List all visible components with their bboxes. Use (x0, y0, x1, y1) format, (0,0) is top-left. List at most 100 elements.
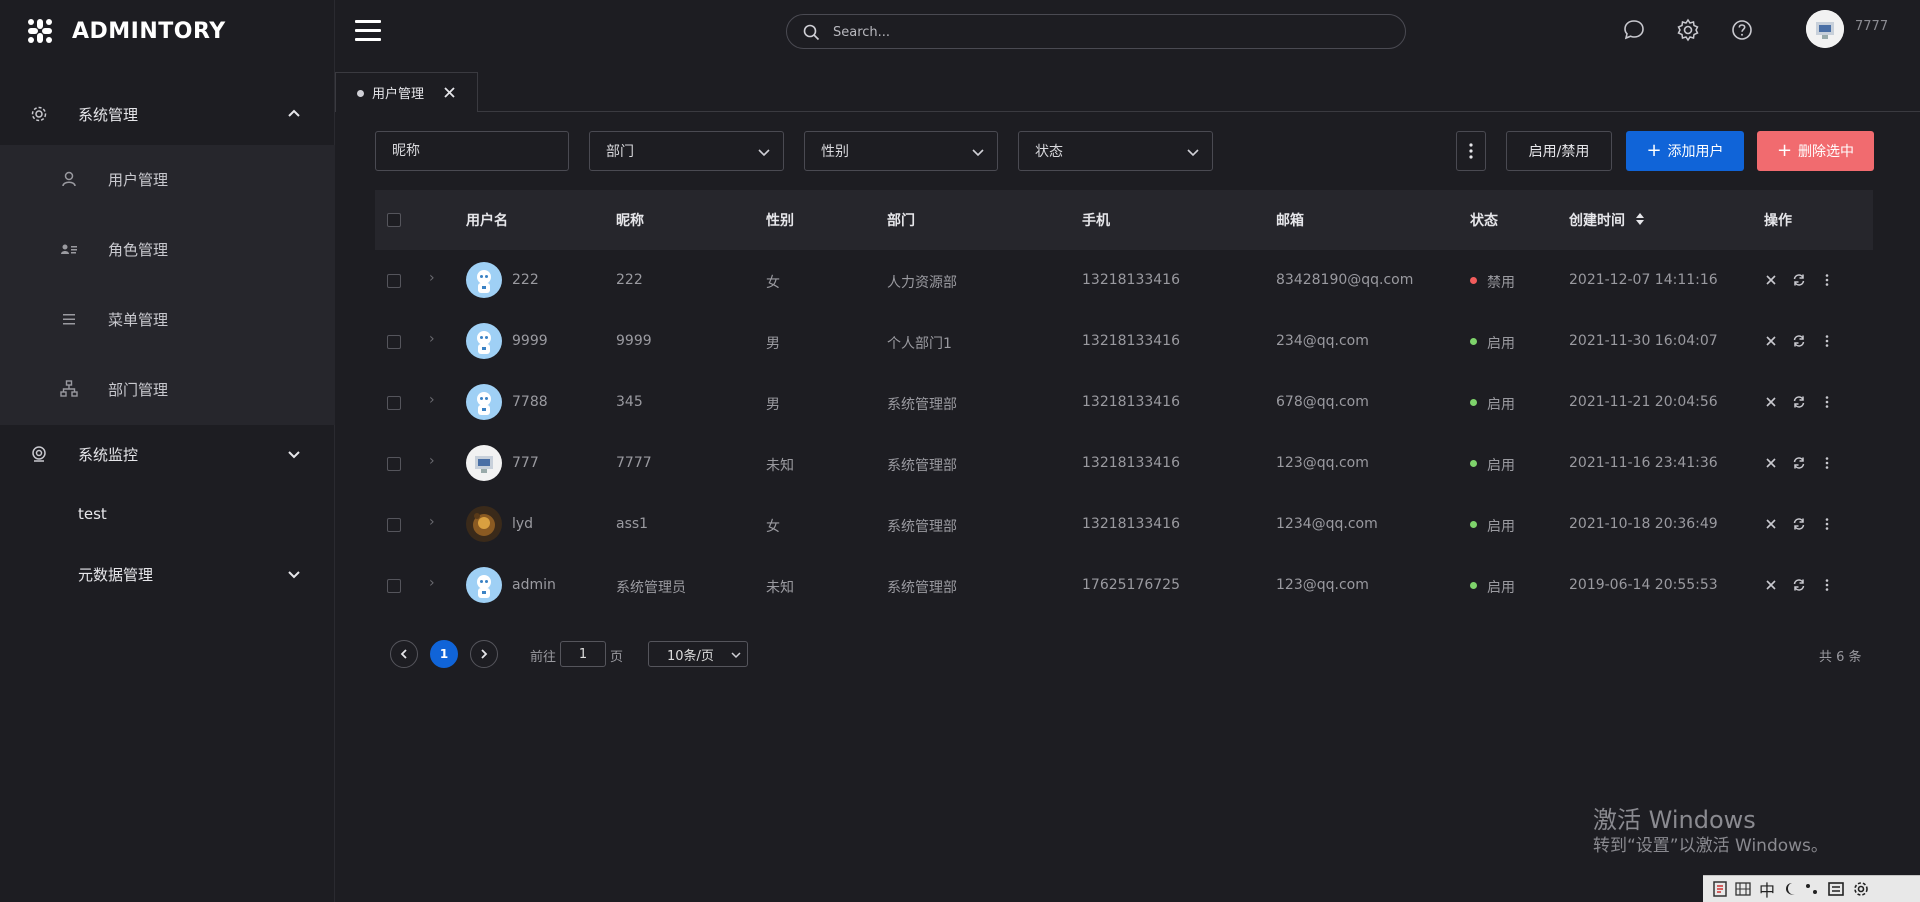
more-options-button[interactable] (1456, 131, 1486, 171)
delete-icon[interactable] (1764, 456, 1778, 470)
table-row[interactable]: › 7788 345 男 系统管理部 13218133416 678@qq.com 启用 202… (375, 372, 1873, 433)
cell-username: admin (512, 577, 556, 593)
reset-icon[interactable] (1792, 334, 1806, 348)
header-status[interactable]: 状态 (1470, 210, 1498, 230)
gear-icon[interactable] (1676, 18, 1700, 42)
status-select[interactable]: 状态 (1018, 131, 1213, 171)
more-vertical-icon[interactable] (1820, 395, 1834, 409)
table-row[interactable]: › 9999 9999 男 个人部门1 13218133416 234@qq.com 启用 20… (375, 311, 1873, 372)
select-all-checkbox[interactable] (387, 213, 401, 227)
expand-row-icon[interactable]: › (429, 453, 435, 469)
goto-page-input[interactable] (560, 641, 606, 667)
hamburger-menu-icon[interactable] (355, 20, 381, 42)
reset-icon[interactable] (1792, 395, 1806, 409)
ime-toolbar[interactable]: 中 (1703, 875, 1920, 902)
sidebar-item-menus[interactable]: 菜单管理 (0, 293, 335, 345)
delete-icon[interactable] (1764, 395, 1778, 409)
reset-icon[interactable] (1792, 273, 1806, 287)
sidebar-item-label: 部门管理 (108, 380, 169, 399)
more-vertical-icon[interactable] (1820, 334, 1834, 348)
id-card-icon (61, 244, 77, 254)
chevron-down-icon (972, 149, 984, 157)
sidebar-item-roles[interactable]: 角色管理 (0, 223, 335, 275)
expand-row-icon[interactable]: › (429, 331, 435, 347)
username-label[interactable]: 7777 (1855, 19, 1888, 34)
more-vertical-icon[interactable] (1820, 273, 1834, 287)
expand-row-icon[interactable]: › (429, 270, 435, 286)
sidebar-group-system-management[interactable]: 系统管理 (0, 88, 335, 140)
delete-icon[interactable] (1764, 273, 1778, 287)
sort-icon[interactable] (1635, 212, 1645, 226)
chat-icon[interactable] (1622, 18, 1646, 42)
user-avatar (466, 445, 502, 481)
cell-gender: 男 (766, 397, 780, 413)
cell-phone: 13218133416 (1082, 516, 1180, 532)
help-icon[interactable] (1730, 18, 1754, 42)
brand[interactable]: ADMINTORY (26, 14, 226, 48)
chevron-down-icon (288, 571, 300, 579)
page-size-select[interactable]: 10条/页 (648, 641, 748, 667)
delete-icon[interactable] (1764, 517, 1778, 531)
reset-icon[interactable] (1792, 456, 1806, 470)
user-avatar (466, 323, 502, 359)
row-checkbox[interactable] (387, 457, 401, 471)
header-phone[interactable]: 手机 (1082, 210, 1110, 230)
cell-nickname: ass1 (616, 516, 649, 532)
close-icon[interactable] (443, 86, 456, 99)
tab-user-management[interactable]: 用户管理 (335, 72, 478, 112)
sidebar-item-test[interactable]: test (78, 505, 107, 523)
row-checkbox[interactable] (387, 274, 401, 288)
cell-phone: 13218133416 (1082, 394, 1180, 410)
sidebar-group-system-monitor[interactable]: 系统监控 (0, 428, 335, 480)
expand-row-icon[interactable]: › (429, 514, 435, 530)
more-vertical-icon[interactable] (1820, 578, 1834, 592)
delete-selected-button[interactable]: + 删除选中 (1757, 131, 1874, 171)
table-row[interactable]: › 777 7777 未知 系统管理部 13218133416 123@qq.com 启用 20… (375, 433, 1873, 494)
add-user-button[interactable]: + 添加用户 (1626, 131, 1744, 171)
table-row[interactable]: › 222 222 女 人力资源部 13218133416 83428190@qq.com 禁… (375, 250, 1873, 311)
search-input[interactable] (833, 21, 1373, 43)
toggle-status-button[interactable]: 启用/禁用 (1506, 131, 1612, 171)
expand-row-icon[interactable]: › (429, 575, 435, 591)
more-vertical-icon[interactable] (1820, 517, 1834, 531)
table-row[interactable]: › lyd ass1 女 系统管理部 13218133416 1234@qq.com 启用 20… (375, 494, 1873, 555)
prev-page-button[interactable] (390, 640, 418, 668)
header-username[interactable]: 用户名 (466, 210, 508, 230)
user-avatar (466, 506, 502, 542)
header-gender[interactable]: 性别 (766, 210, 794, 230)
user-avatar[interactable] (1806, 10, 1844, 48)
more-vertical-icon[interactable] (1820, 456, 1834, 470)
row-checkbox[interactable] (387, 579, 401, 593)
sidebar-item-users[interactable]: 用户管理 (0, 153, 335, 205)
header-email[interactable]: 邮箱 (1276, 210, 1304, 230)
status-dot (1470, 399, 1477, 406)
sidebar-group-metadata[interactable]: 元数据管理 (0, 548, 335, 600)
row-checkbox[interactable] (387, 396, 401, 410)
search-box[interactable] (786, 14, 1406, 49)
user-avatar (466, 262, 502, 298)
header-department[interactable]: 部门 (887, 210, 915, 230)
cell-phone: 17625176725 (1082, 577, 1180, 593)
gender-select[interactable]: 性别 (804, 131, 998, 171)
next-page-button[interactable] (470, 640, 498, 668)
page-number-current[interactable]: 1 (430, 640, 458, 668)
department-select[interactable]: 部门 (589, 131, 784, 171)
header-created[interactable]: 创建时间 (1569, 210, 1625, 230)
reset-icon[interactable] (1792, 578, 1806, 592)
header-nickname[interactable]: 昵称 (616, 210, 644, 230)
row-checkbox[interactable] (387, 518, 401, 532)
expand-row-icon[interactable]: › (429, 392, 435, 408)
status-dot (1470, 460, 1477, 467)
table-row[interactable]: › admin 系统管理员 未知 系统管理部 17625176725 123@qq.com 启… (375, 555, 1873, 616)
row-checkbox[interactable] (387, 335, 401, 349)
goto-prefix: 前往 (530, 650, 557, 665)
cell-department: 个人部门1 (887, 336, 952, 352)
nickname-input[interactable] (392, 143, 542, 159)
add-user-label: 添加用户 (1667, 144, 1724, 160)
delete-icon[interactable] (1764, 578, 1778, 592)
delete-icon[interactable] (1764, 334, 1778, 348)
cell-status: 禁用 (1487, 275, 1515, 291)
sidebar-item-departments[interactable]: 部门管理 (0, 363, 335, 415)
reset-icon[interactable] (1792, 517, 1806, 531)
nickname-filter[interactable] (375, 131, 569, 171)
